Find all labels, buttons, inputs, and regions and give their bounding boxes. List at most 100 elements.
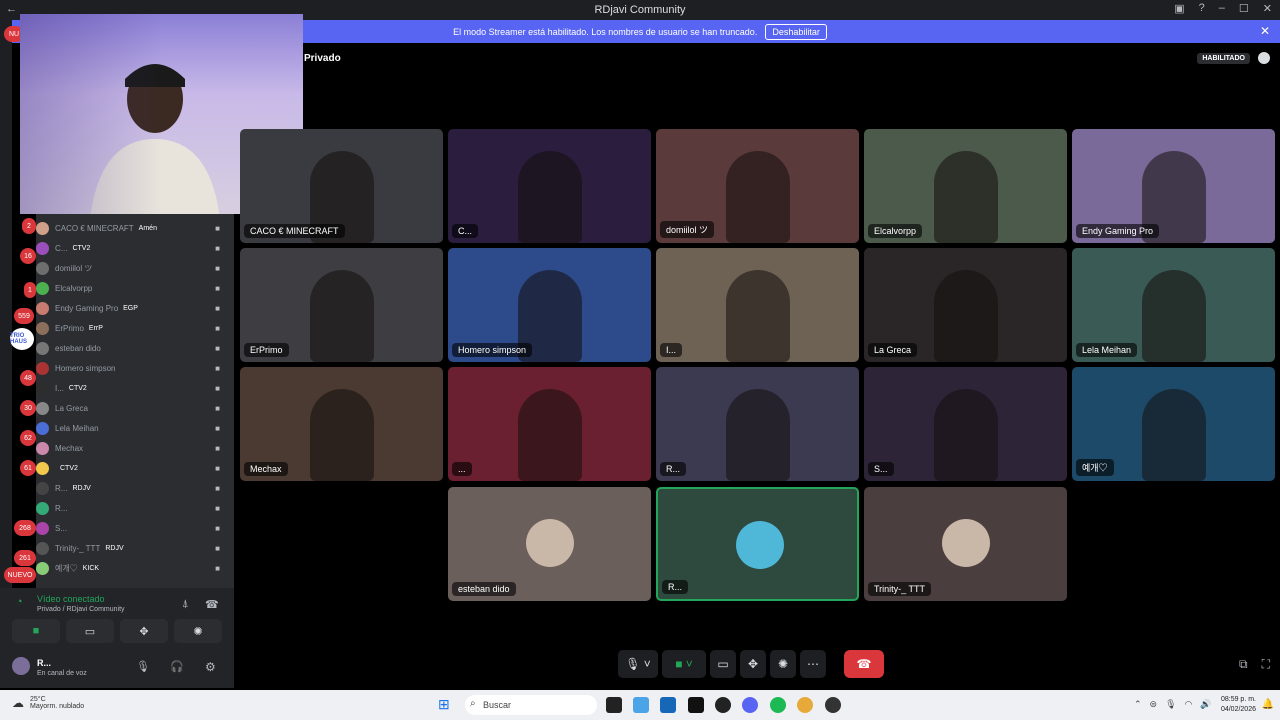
chrome-icon[interactable] bbox=[797, 697, 813, 713]
member-item[interactable]: Elcalvorpp ■ bbox=[36, 278, 226, 298]
video-tile[interactable]: 예개♡ bbox=[1072, 367, 1275, 481]
volume-icon[interactable]: 🔊 bbox=[1200, 699, 1211, 710]
notifications-icon[interactable]: 🔔 bbox=[1262, 699, 1274, 710]
more-options-icon[interactable]: ⋯ bbox=[800, 650, 826, 678]
disconnect-button[interactable]: ☎ bbox=[844, 650, 884, 678]
tray-icon[interactable]: ⌃ bbox=[1134, 699, 1142, 710]
video-tile[interactable]: esteban dido bbox=[448, 487, 651, 601]
member-item[interactable]: Endy Gaming Pro EGP ■ bbox=[36, 298, 226, 318]
video-tile[interactable]: R... bbox=[656, 367, 859, 481]
member-item[interactable]: ErPrimo ErrP ■ bbox=[36, 318, 226, 338]
member-item[interactable]: I... CTV2 ■ bbox=[36, 378, 226, 398]
voice-status[interactable]: Vídeo conectado bbox=[37, 594, 105, 604]
member-item[interactable]: 예개♡ KICK ■ bbox=[36, 558, 226, 578]
server-badge[interactable]: 261 bbox=[14, 550, 36, 566]
member-item[interactable]: C... CTV2 ■ bbox=[36, 238, 226, 258]
member-item[interactable]: Lela Meihan ■ bbox=[36, 418, 226, 438]
server-badge[interactable]: 30 bbox=[20, 400, 36, 416]
streamer-mode-badge[interactable]: HABILITADO bbox=[1197, 52, 1250, 64]
member-item[interactable]: S... ■ bbox=[36, 518, 226, 538]
video-tile[interactable]: CACO € MINECRAFT bbox=[240, 129, 443, 243]
close-window-button[interactable]: ✕ bbox=[1263, 2, 1272, 15]
server-badge[interactable]: 48 bbox=[20, 370, 36, 386]
disconnect-icon[interactable]: ☎ bbox=[205, 598, 219, 611]
inbox-icon[interactable]: ▣ bbox=[1174, 2, 1184, 15]
camera-toggle[interactable]: ■ ˅ bbox=[662, 650, 706, 678]
video-tile[interactable]: R... bbox=[656, 487, 859, 601]
member-item[interactable]: La Greca ■ bbox=[36, 398, 226, 418]
video-tile[interactable]: S... bbox=[864, 367, 1067, 481]
popout-icon[interactable]: ⧉ bbox=[1239, 657, 1248, 672]
microphone-tray-icon[interactable]: 🎙 bbox=[1165, 699, 1176, 710]
app-icon[interactable] bbox=[715, 697, 731, 713]
noise-suppression-icon[interactable]: ⍋ bbox=[182, 598, 189, 611]
windows-start-icon[interactable]: ⊞ bbox=[438, 696, 450, 713]
maximize-button[interactable]: ☐ bbox=[1239, 2, 1249, 15]
obs-icon[interactable] bbox=[825, 697, 841, 713]
microphone-toggle[interactable]: 🎙 ˅ bbox=[618, 650, 658, 678]
task-view-icon[interactable] bbox=[606, 697, 622, 713]
screen-share-icon[interactable]: ▭ bbox=[710, 650, 736, 678]
video-tile[interactable]: La Greca bbox=[864, 248, 1067, 362]
new-servers-badge[interactable]: NUEVO bbox=[4, 567, 36, 583]
clock-date[interactable]: 04/02/2026 bbox=[1221, 705, 1256, 715]
server-badge[interactable]: 61 bbox=[20, 460, 36, 476]
member-item[interactable]: Mechax ■ bbox=[36, 438, 226, 458]
member-item[interactable]: CACO € MINECRAFT Amén ■ bbox=[36, 218, 226, 238]
video-tile[interactable]: Mechax bbox=[240, 367, 443, 481]
server-badge[interactable]: 1 bbox=[24, 282, 36, 298]
server-badge[interactable]: 62 bbox=[20, 430, 36, 446]
gear-icon[interactable]: ⚙ bbox=[205, 660, 216, 674]
help-icon[interactable]: ? bbox=[1199, 2, 1205, 15]
weather-desc[interactable]: Mayorm. nublado bbox=[30, 703, 84, 710]
weather-temp[interactable]: 25°C bbox=[30, 696, 84, 703]
member-item[interactable]: R... ■ bbox=[36, 498, 226, 518]
video-tile[interactable]: Lela Meihan bbox=[1072, 248, 1275, 362]
video-tile[interactable]: ... bbox=[448, 367, 651, 481]
member-item[interactable]: CTV2 ■ bbox=[36, 458, 226, 478]
server-icon-trio-haus[interactable]: TRIO HAUS bbox=[10, 328, 34, 350]
terminal-icon[interactable] bbox=[688, 697, 704, 713]
video-tile[interactable]: Trinity-_ TTT bbox=[864, 487, 1067, 601]
chat-icon[interactable] bbox=[1258, 52, 1270, 64]
screen-share-button[interactable]: ▭ bbox=[66, 619, 114, 643]
server-badge[interactable]: 559 bbox=[14, 308, 34, 324]
microphone-icon[interactable]: 🎙 bbox=[136, 660, 150, 673]
search-input[interactable]: ⌕ Buscar bbox=[465, 695, 597, 715]
soundboard-button[interactable]: ✺ bbox=[174, 619, 222, 643]
member-item[interactable]: Homero simpson ■ bbox=[36, 358, 226, 378]
video-tile[interactable]: ErPrimo bbox=[240, 248, 443, 362]
member-item[interactable]: Trinity-_ TTT RDJV ■ bbox=[36, 538, 226, 558]
server-badge[interactable]: 268 bbox=[14, 520, 36, 536]
activities-icon[interactable]: ✥ bbox=[740, 650, 766, 678]
clock-time[interactable]: 08:59 p. m. bbox=[1221, 695, 1256, 705]
video-tile[interactable]: Endy Gaming Pro bbox=[1072, 129, 1275, 243]
fullscreen-icon[interactable]: ⛶ bbox=[1262, 657, 1270, 672]
member-item[interactable]: esteban dido ■ bbox=[36, 338, 226, 358]
discord-icon[interactable] bbox=[742, 697, 758, 713]
activities-button[interactable]: ✥ bbox=[120, 619, 168, 643]
video-tile[interactable]: I... bbox=[656, 248, 859, 362]
video-tile[interactable]: Homero simpson bbox=[448, 248, 651, 362]
store-icon[interactable] bbox=[660, 697, 676, 713]
server-badge[interactable]: 16 bbox=[20, 248, 36, 264]
minimize-button[interactable]: – bbox=[1219, 2, 1225, 15]
close-banner-icon[interactable]: ✕ bbox=[1260, 24, 1270, 38]
video-tile[interactable]: Elcalvorpp bbox=[864, 129, 1067, 243]
headphones-icon[interactable]: 🎧 bbox=[170, 660, 184, 673]
camera-button[interactable]: ■ bbox=[12, 619, 60, 643]
member-item[interactable]: domiilol ツ ■ bbox=[36, 258, 226, 278]
soundboard-icon[interactable]: ✺ bbox=[770, 650, 796, 678]
video-tile[interactable]: domiilol ツ bbox=[656, 129, 859, 243]
voice-path[interactable]: Privado / RDjavi Community bbox=[37, 606, 125, 613]
avatar[interactable] bbox=[12, 657, 30, 675]
network-icon[interactable]: ⊜ bbox=[1150, 699, 1158, 710]
spotify-icon[interactable] bbox=[770, 697, 786, 713]
member-item[interactable]: R... RDJV ■ bbox=[36, 478, 226, 498]
user-name[interactable]: R... bbox=[37, 658, 51, 668]
wifi-icon[interactable]: ◠ bbox=[1185, 699, 1193, 710]
disable-streamer-button[interactable]: Deshabilitar bbox=[765, 23, 827, 40]
copilot-icon[interactable] bbox=[633, 697, 649, 713]
server-badge[interactable]: 2 bbox=[22, 218, 36, 234]
video-tile[interactable]: C... bbox=[448, 129, 651, 243]
